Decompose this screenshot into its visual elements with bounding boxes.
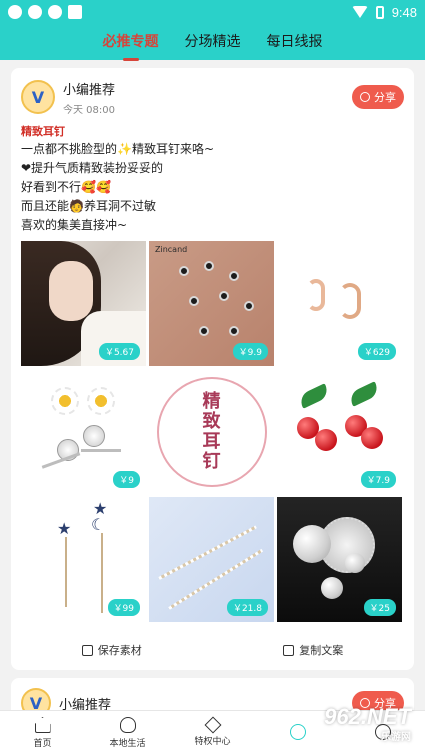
image-icon <box>81 644 93 656</box>
status-icons-left <box>8 5 82 19</box>
battery-icon <box>375 5 384 19</box>
price-badge: ￥25 <box>363 599 396 616</box>
nav-privilege[interactable]: 特权中心 <box>170 711 255 755</box>
copy-label: 复制文案 <box>299 644 344 657</box>
post-line: ❤提升气质精致装扮妥妥的 <box>21 161 164 175</box>
nav-label: 首页 <box>33 739 52 749</box>
share-button[interactable]: 分享 <box>352 85 404 109</box>
badge-char: 耳 <box>202 430 221 452</box>
nav-local-life[interactable]: 本地生活 <box>85 711 170 755</box>
star-moon-dangle-photo[interactable]: ★ ☾ ★ ￥99 <box>21 497 146 622</box>
tab-must-push[interactable]: 必推专题 <box>102 31 159 61</box>
post-line: 一点都不挑脸型的✨精致耳钉来咯~ <box>21 142 214 156</box>
tag-badge: 精 致 耳 钉 <box>149 369 274 494</box>
post-line: 喜欢的集美直接冲~ <box>21 218 128 232</box>
save-material-button[interactable]: 保存素材 <box>81 642 142 658</box>
tab-label: 每日线报 <box>266 34 323 50</box>
save-label: 保存素材 <box>97 644 142 657</box>
gold-hoop-photo[interactable]: ￥629 <box>277 241 402 366</box>
share-label: 分享 <box>374 91 396 104</box>
pearl-strand-photo[interactable]: ￥21.8 <box>149 497 274 622</box>
tab-featured[interactable]: 分场精选 <box>185 31 241 53</box>
post-time: 今天 08:00 <box>63 104 115 116</box>
avatar[interactable]: V <box>21 80 55 114</box>
author-name: 小编推荐 <box>63 82 116 98</box>
notification-icon <box>28 5 42 19</box>
price-badge: ￥629 <box>357 343 396 360</box>
shopping-bag-icon <box>68 5 82 19</box>
price-badge: ￥9.9 <box>232 343 268 360</box>
nav-label: 特权中心 <box>194 737 231 747</box>
home-icon <box>34 717 51 733</box>
watermark-text: 乐游网 <box>381 732 411 743</box>
post-line: 好看到不行🥰🥰 <box>21 180 111 194</box>
badge-char: 钉 <box>202 450 221 472</box>
badge-char: 致 <box>202 410 221 432</box>
copy-text-button[interactable]: 复制文案 <box>283 642 343 658</box>
nav-label: 本地生活 <box>109 739 146 749</box>
watermark-logo: 962.NET <box>324 704 411 729</box>
price-badge: ￥7.9 <box>360 471 396 488</box>
diamond-icon <box>204 716 221 734</box>
wifi-icon <box>351 6 368 18</box>
status-icons-right: 9:48 <box>351 4 417 20</box>
post-text: 一点都不挑脸型的✨精致耳钉来咯~ ❤提升气质精致装扮妥妥的 好看到不行🥰🥰 而且… <box>21 140 401 235</box>
post-actions: 保存素材 复制文案 <box>11 640 414 660</box>
watermark: 962.NET 乐游网 <box>324 704 411 743</box>
share-icon <box>360 92 370 102</box>
favorite-icon <box>289 723 306 740</box>
price-badge: ￥21.8 <box>226 599 268 616</box>
tab-label: 分场精选 <box>184 34 241 50</box>
tab-label: 必推专题 <box>102 34 159 50</box>
price-badge: ￥5.67 <box>98 343 140 360</box>
status-bar: 9:48 <box>0 0 425 24</box>
hand-icon <box>119 717 136 733</box>
price-badge: ￥99 <box>107 599 140 616</box>
notification-icon <box>48 5 62 19</box>
status-time: 9:48 <box>391 4 417 20</box>
tab-daily[interactable]: 每日线报 <box>267 31 323 53</box>
notification-icon <box>8 5 22 19</box>
stud-set-photo[interactable]: Zincand ￥9.9 <box>149 241 274 366</box>
post-header: V 小编推荐 今天 08:00 分享 <box>21 78 404 116</box>
image-grid: ￥5.67 Zincand ￥9.9 ￥629 ￥9 精 致 耳 钉 ￥7.9 … <box>21 241 402 622</box>
badge-char: 精 <box>202 390 221 412</box>
model-earring-photo[interactable]: ￥5.67 <box>21 241 146 366</box>
tab-underline <box>122 58 139 61</box>
cherry-earrings-photo[interactable]: ￥7.9 <box>277 369 402 494</box>
price-badge: ￥9 <box>113 471 140 488</box>
top-tabs: 必推专题 分场精选 每日线报 <box>0 24 425 61</box>
tag-badge-circle: 精 致 耳 钉 <box>156 376 267 487</box>
post-card: V 小编推荐 今天 08:00 分享 精致耳钉 一点都不挑脸型的✨精致耳钉来咯~… <box>11 68 414 670</box>
nav-home[interactable]: 首页 <box>0 711 85 755</box>
daisy-studs-photo[interactable]: ￥9 <box>21 369 146 494</box>
post-meta: 小编推荐 今天 08:00 <box>63 79 115 116</box>
post-tag: 精致耳钉 <box>21 125 65 138</box>
pearl-studs-photo[interactable]: ￥25 <box>277 497 402 622</box>
copy-icon <box>283 644 295 656</box>
post-line: 而且还能🧑养耳洞不过敏 <box>21 199 156 213</box>
brand-label: Zincand <box>155 245 188 254</box>
